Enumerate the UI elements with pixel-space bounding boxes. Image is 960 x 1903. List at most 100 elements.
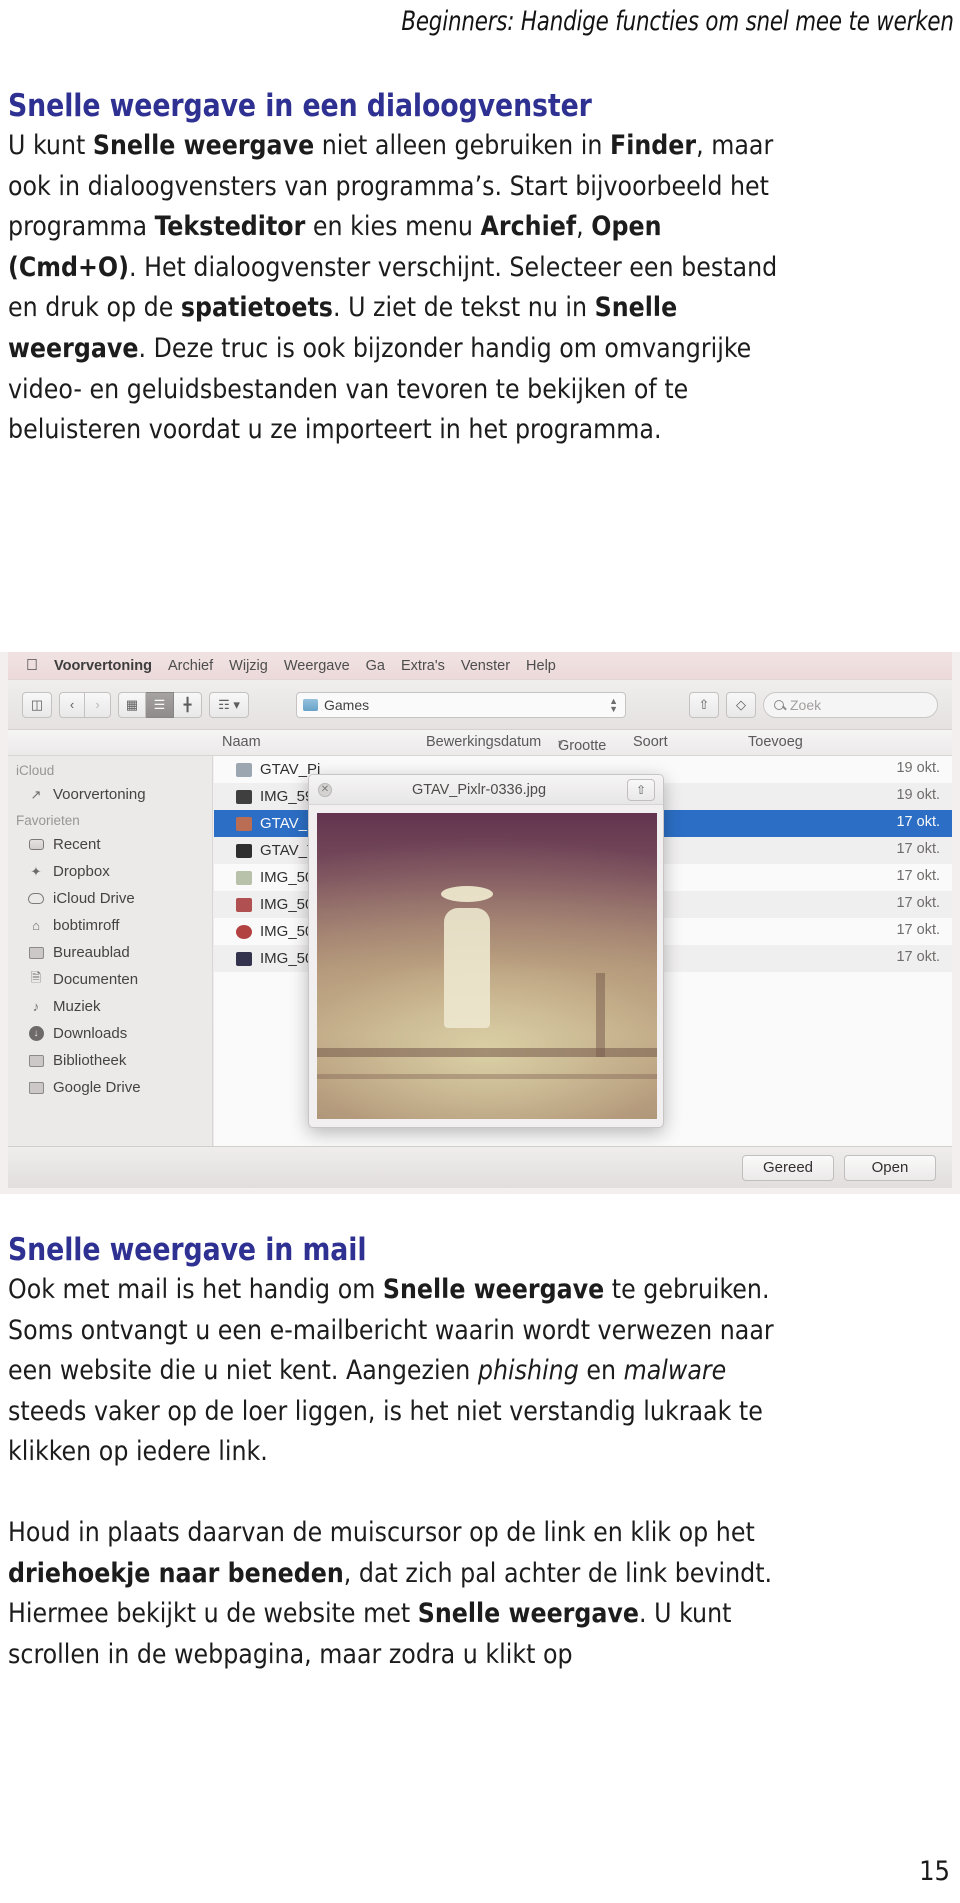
tag-icon[interactable]: ◇ bbox=[726, 691, 756, 718]
sidebar-item-label: iCloud Drive bbox=[53, 890, 135, 907]
menu-item-wijzig[interactable]: Wijzig bbox=[229, 658, 268, 674]
file-date: 17 okt. bbox=[896, 841, 940, 857]
file-date: 19 okt. bbox=[896, 787, 940, 803]
sidebar-item-bobtimroff[interactable]: ⌂ bobtimroff bbox=[8, 912, 212, 939]
quick-look-titlebar: ✕ GTAV_Pixlr-0336.jpg ⇧ bbox=[309, 775, 663, 805]
arrange-icon[interactable]: ☶ ▾ bbox=[209, 691, 249, 718]
sidebar-item-muziek[interactable]: ♪ Muziek bbox=[8, 993, 212, 1020]
documents-folder-icon: 🗎 bbox=[30, 969, 42, 985]
sidebar-toggle-icon[interactable]: ◫ bbox=[22, 691, 52, 718]
menu-item-archief[interactable]: Archief bbox=[168, 658, 213, 674]
library-folder-icon bbox=[28, 1053, 44, 1069]
column-header-soort[interactable]: Soort bbox=[633, 734, 668, 750]
sidebar-item-downloads[interactable]: ↓ Downloads bbox=[8, 1020, 212, 1047]
menu-item-venster[interactable]: Venster bbox=[461, 658, 510, 674]
open-button[interactable]: Open bbox=[844, 1154, 936, 1181]
column-header-bewerkingsdatum[interactable]: Bewerkingsdatum bbox=[426, 734, 541, 750]
file-icon bbox=[236, 924, 252, 939]
list-view-icon[interactable]: ☰ bbox=[146, 691, 174, 718]
page-number: 15 bbox=[919, 1856, 950, 1887]
sidebar-item-label: Google Drive bbox=[53, 1079, 141, 1096]
share-icon[interactable]: ⇧ bbox=[627, 779, 655, 801]
photo-post bbox=[596, 973, 605, 1057]
search-placeholder: Zoek bbox=[790, 696, 822, 713]
menu-item-voorvertoning[interactable]: Voorvertoning bbox=[54, 658, 152, 674]
sidebar-item-recent[interactable]: Recent bbox=[8, 831, 212, 858]
dialog-footer: Gereed Open bbox=[8, 1146, 952, 1188]
file-date: 19 okt. bbox=[896, 760, 940, 776]
view-mode-buttons: ▦ ☰ ╋ bbox=[118, 691, 202, 718]
search-input[interactable]: Zoek bbox=[763, 691, 938, 718]
file-date: 17 okt. bbox=[896, 949, 940, 965]
download-arrow-icon: ↓ bbox=[28, 1026, 44, 1042]
clock-disk-icon bbox=[28, 837, 44, 853]
column-view-icon[interactable]: ╋ bbox=[174, 691, 202, 718]
sidebar-item-bibliotheek[interactable]: Bibliotheek bbox=[8, 1047, 212, 1074]
section-title-mail: Snelle weergave in mail bbox=[8, 1232, 367, 1268]
quick-look-title: GTAV_Pixlr-0336.jpg bbox=[411, 781, 547, 798]
column-header-toevoeg[interactable]: Toevoeg bbox=[748, 734, 803, 750]
file-icon bbox=[236, 816, 252, 831]
macos-window:  Voorvertoning Archief Wijzig Weergave … bbox=[8, 652, 952, 1188]
menu-item-extras[interactable]: Extra's bbox=[401, 658, 445, 674]
file-icon bbox=[236, 870, 252, 885]
share-icon[interactable]: ⇧ bbox=[689, 691, 719, 718]
quick-look-panel: ✕ GTAV_Pixlr-0336.jpg ⇧ bbox=[308, 774, 664, 1128]
cloud-icon bbox=[28, 891, 44, 907]
music-note-icon: ♪ bbox=[32, 999, 40, 1014]
file-date: 17 okt. bbox=[896, 922, 940, 938]
menu-item-help[interactable]: Help bbox=[526, 658, 556, 674]
sidebar-item-documenten[interactable]: 🗎 Documenten bbox=[8, 966, 212, 993]
path-value: Games bbox=[324, 696, 370, 713]
photo-figure-hat bbox=[440, 886, 493, 903]
sidebar-item-bureaublad[interactable]: Bureaublad bbox=[8, 939, 212, 966]
menu-item-weergave[interactable]: Weergave bbox=[284, 658, 350, 674]
file-list-column-headers: Naam Bewerkingsdatum Grootte ▾ Soort Toe… bbox=[8, 730, 952, 756]
sidebar-item-label: Downloads bbox=[53, 1025, 128, 1042]
grid-view-icon[interactable]: ▦ bbox=[118, 691, 146, 718]
chevron-right-icon[interactable]: › bbox=[85, 691, 111, 718]
file-date: 17 okt. bbox=[896, 895, 940, 911]
article-content: Snelle weergave in een dialoogvenster U … bbox=[8, 88, 952, 451]
paragraph-mail: Ook met mail is het handig om Snelle wee… bbox=[8, 1274, 782, 1468]
search-icon bbox=[774, 699, 784, 710]
article-content-lower: Snelle weergave in mail Ook met mail is … bbox=[8, 1232, 952, 1675]
chevron-down-icon: ▾ bbox=[558, 738, 564, 749]
dropbox-icon: ✦ bbox=[30, 863, 42, 879]
running-head: Beginners: Handige functies om snel mee … bbox=[401, 6, 955, 37]
sidebar-item-label: Bibliotheek bbox=[53, 1052, 127, 1069]
photo-figure-body bbox=[443, 907, 490, 1028]
sidebar-item-label: Recent bbox=[53, 836, 101, 853]
close-icon[interactable]: ✕ bbox=[318, 783, 332, 797]
file-icon bbox=[236, 789, 252, 804]
stepper-arrows-icon[interactable]: ▲ ▼ bbox=[609, 696, 618, 713]
paragraph-dialoogvenster: U kunt Snelle weergave niet alleen gebru… bbox=[8, 130, 785, 446]
sidebar-item-label: Bureaublad bbox=[53, 944, 130, 961]
nav-buttons: ‹ › bbox=[59, 691, 111, 718]
app-preview-icon: ↗ bbox=[30, 786, 42, 802]
file-icon bbox=[236, 897, 252, 912]
sidebar-item-dropbox[interactable]: ✦ Dropbox bbox=[8, 858, 212, 885]
paragraph-driehoekje: Houd in plaats daarvan de muiscursor op … bbox=[8, 1516, 780, 1670]
desktop-folder-icon bbox=[28, 945, 44, 961]
sidebar-item-voorvertoning[interactable]: ↗ Voorvertoning bbox=[8, 781, 212, 808]
macos-menubar:  Voorvertoning Archief Wijzig Weergave … bbox=[8, 652, 952, 680]
sidebar-item-label: Documenten bbox=[53, 971, 139, 988]
quick-look-image bbox=[317, 813, 657, 1119]
file-date: 17 okt. bbox=[896, 868, 940, 884]
finder-toolbar: ◫ ‹ › ▦ ☰ ╋ ☶ ▾ Games ▲ ▼ ⇧ ◇ Zoek bbox=[8, 680, 952, 730]
chevron-left-icon[interactable]: ‹ bbox=[59, 691, 85, 718]
sidebar-item-google-drive[interactable]: Google Drive bbox=[8, 1074, 212, 1101]
column-header-naam[interactable]: Naam bbox=[222, 734, 261, 750]
file-date: 17 okt. bbox=[896, 814, 940, 830]
google-drive-folder-icon bbox=[28, 1080, 44, 1096]
path-dropdown[interactable]: Games ▲ ▼ bbox=[296, 691, 626, 718]
apple-icon[interactable]:  bbox=[26, 657, 38, 674]
home-icon: ⌂ bbox=[32, 918, 40, 933]
sidebar-group-favorieten: Favorieten bbox=[16, 813, 80, 828]
sidebar-item-icloud-drive[interactable]: iCloud Drive bbox=[8, 885, 212, 912]
gereed-button[interactable]: Gereed bbox=[742, 1154, 834, 1181]
menu-item-ga[interactable]: Ga bbox=[366, 658, 385, 674]
sidebar-item-label: bobtimroff bbox=[53, 917, 120, 934]
